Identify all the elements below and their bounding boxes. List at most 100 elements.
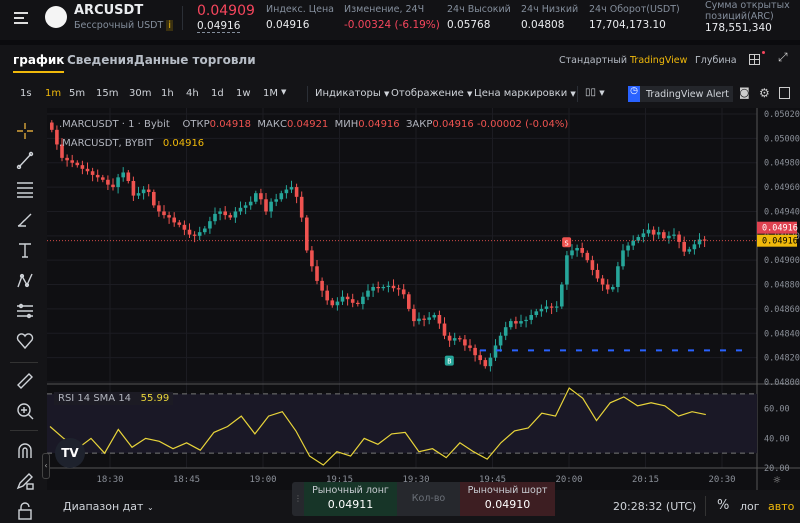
heart-icon[interactable]: [12, 330, 38, 352]
magnet-icon[interactable]: [12, 440, 38, 462]
auto-toggle[interactable]: авто: [768, 500, 794, 513]
candle: [152, 191, 156, 206]
tradingview-alert-button[interactable]: ◷ TradingView Alert: [628, 86, 734, 102]
last-price: 0.04909: [197, 3, 255, 19]
candle: [697, 239, 702, 245]
candle: [50, 122, 54, 130]
stat-low: 24ч Низкий 0.04808: [521, 4, 579, 31]
price-tick-label: 0.04880: [764, 281, 800, 291]
trend-line-icon[interactable]: [12, 149, 38, 171]
candle: [626, 245, 630, 251]
interval-15m[interactable]: 15m: [96, 88, 129, 99]
candle: [325, 290, 329, 301]
candle: [422, 318, 426, 320]
pencil-lock-icon[interactable]: [12, 470, 38, 492]
candle: [590, 260, 595, 270]
price-tick-label: 0.05020: [764, 110, 800, 120]
candle: [131, 181, 136, 196]
info-icon[interactable]: i: [166, 20, 173, 31]
percent-toggle[interactable]: %: [717, 498, 729, 513]
view-standard[interactable]: Стандартный: [559, 55, 627, 66]
interval-30m[interactable]: 30m: [129, 88, 161, 99]
price-chart[interactable]: 18:30 18:45 19:00 19:15 19:30 19:45 20:00 20:15…: [47, 108, 800, 490]
candle: [605, 284, 610, 290]
candle: [575, 248, 579, 251]
brush-icon[interactable]: [12, 208, 38, 230]
more-intervals-icon[interactable]: ▼: [281, 88, 286, 99]
time-tick-label: 20:15: [632, 475, 659, 485]
market-long-button[interactable]: Рыночный лонг 0.04911: [304, 482, 397, 516]
candle: [529, 315, 533, 320]
utc-clock[interactable]: 20:28:32 (UTC): [613, 500, 696, 513]
crosshair-icon[interactable]: [12, 120, 38, 142]
candle: [463, 339, 467, 346]
quantity-input[interactable]: Кол-во: [397, 482, 460, 516]
candle: [172, 217, 176, 223]
candle: [524, 319, 528, 322]
interval-1s[interactable]: 1s: [20, 88, 45, 99]
collapse-toolbar-handle[interactable]: ‹: [42, 453, 50, 479]
date-range-button[interactable]: Диапазон дат ⌄: [63, 500, 154, 513]
candle: [401, 289, 406, 295]
candle: [600, 278, 605, 285]
candle: [299, 196, 304, 218]
tab-chart[interactable]: график: [13, 53, 65, 73]
interval-1m[interactable]: 1m: [45, 88, 69, 99]
candle: [279, 193, 284, 200]
lock-icon[interactable]: [12, 500, 38, 522]
zoom-in-icon[interactable]: [12, 400, 38, 422]
log-toggle[interactable]: лог: [740, 500, 760, 513]
menu-icon[interactable]: [14, 12, 28, 24]
tradingview-logo: TV: [55, 438, 85, 468]
coin-logo: [45, 6, 67, 28]
interval-1d[interactable]: 1d: [211, 88, 236, 99]
candle: [330, 300, 335, 306]
fullscreen-icon[interactable]: ⤢: [778, 50, 788, 65]
forecast-icon[interactable]: [12, 300, 38, 322]
candle: [554, 306, 559, 308]
drag-handle-icon[interactable]: ⋮: [292, 482, 304, 516]
interval-4h[interactable]: 4h: [186, 88, 211, 99]
view-tradingview[interactable]: TradingView: [630, 55, 687, 66]
price-tick-label: 0.04840: [764, 329, 800, 339]
mark-price-button[interactable]: Цена маркировки ▼: [474, 88, 576, 99]
pattern-icon[interactable]: [12, 270, 38, 292]
candle: [509, 321, 513, 328]
candle: [544, 306, 549, 309]
rsi-legend: RSI 14 SMA 14 55.99: [54, 392, 174, 405]
settings-icon[interactable]: ⚙: [759, 86, 770, 100]
market-short-button[interactable]: Рыночный шорт 0.04910: [460, 482, 555, 516]
buy-marker-label: B: [447, 358, 451, 366]
time-tick-label: 20:30: [708, 475, 735, 485]
contract-type: Бессрочный USDT i: [74, 20, 173, 31]
interval-1w[interactable]: 1w: [236, 88, 263, 99]
layout-grid-icon[interactable]: [749, 54, 760, 65]
candle: [248, 201, 253, 206]
candle: [616, 266, 620, 287]
candle: [356, 302, 360, 305]
interval-1h[interactable]: 1h: [161, 88, 186, 99]
interval-5m[interactable]: 5m: [69, 88, 96, 99]
indicators-button[interactable]: Индикаторы ▼: [315, 88, 389, 99]
mark-price: 0.04916: [197, 20, 241, 33]
symbol-name[interactable]: ARCUSDT: [74, 3, 143, 18]
candle: [223, 211, 227, 216]
expand-icon[interactable]: [779, 87, 790, 99]
candle: [167, 215, 171, 218]
text-icon[interactable]: [12, 239, 38, 261]
candle: [345, 296, 350, 300]
fib-lines-icon[interactable]: [12, 178, 38, 200]
legend-symbol[interactable]: .MARCUSDT · 1 · Bybit: [59, 119, 170, 130]
chart-type-icon[interactable]: ▯▯ ▼: [585, 87, 605, 98]
screenshot-icon[interactable]: ◙: [739, 86, 750, 99]
price-tick-label: 0.04860: [764, 305, 800, 315]
display-button[interactable]: Отображение ▼: [391, 88, 472, 99]
tab-info[interactable]: Сведения: [67, 53, 134, 67]
interval-1M[interactable]: 1M: [263, 88, 281, 99]
ruler-icon[interactable]: [12, 370, 38, 392]
tab-trading-data[interactable]: Данные торговли: [134, 53, 256, 67]
view-depth[interactable]: Глубина: [695, 55, 737, 66]
candle: [611, 286, 615, 290]
price-tick-label: 0.04820: [764, 354, 800, 364]
chart-area[interactable]: 18:30 18:45 19:00 19:15 19:30 19:45 20:00 20:15…: [47, 108, 800, 490]
